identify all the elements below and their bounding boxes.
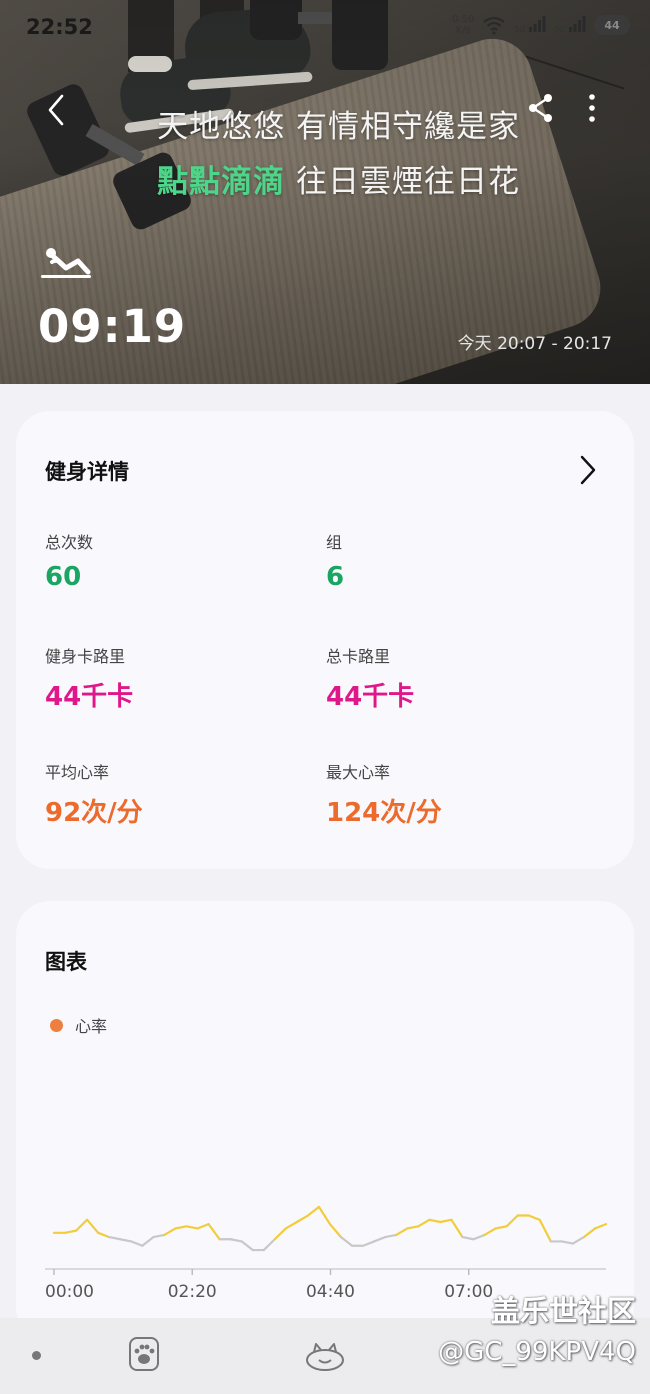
heart-rate-line-segment: [174, 1225, 188, 1230]
stat-avg-heart-rate: 平均心率 92次/分: [45, 763, 143, 828]
heart-rate-line-segment: [571, 1236, 586, 1245]
heart-rate-line-segment: [538, 1218, 552, 1243]
lyrics-overlay: 天地悠悠 有情相守纔是家 點點滴滴 往日雲煙往日花: [157, 100, 520, 210]
heart-rate-line-segment: [306, 1205, 321, 1217]
heart-rate-line-segment: [185, 1225, 199, 1230]
heart-rate-line-segment: [527, 1214, 541, 1221]
heart-rate-line-segment: [86, 1218, 100, 1234]
heart-rate-line-segment: [384, 1233, 398, 1239]
heart-rate-line-segment: [328, 1223, 343, 1239]
situp-workout-icon: [41, 248, 91, 278]
battery-icon: 44: [594, 15, 630, 35]
x-tick-label: 02:20: [168, 1282, 217, 1302]
stat-workout-calories: 健身卡路里 44千卡: [45, 647, 134, 712]
cat-icon[interactable]: [304, 1338, 346, 1372]
heart-rate-line-segment: [295, 1214, 310, 1224]
lyric-line-2: 點點滴滴 往日雲煙往日花: [157, 155, 520, 210]
heart-rate-line-segment: [472, 1233, 486, 1241]
heart-rate-line-segment: [63, 1229, 78, 1234]
heart-rate-line-segment: [417, 1218, 431, 1228]
stat-total-calories: 总卡路里 44千卡: [326, 647, 415, 712]
chevron-right-icon[interactable]: [578, 453, 598, 487]
watermark-user: @GC_99KPV4Q: [438, 1337, 636, 1367]
chart-card: 图表 心率 00:00 02:20 04:40 07:00: [16, 901, 634, 1341]
status-time: 22:52: [26, 15, 93, 39]
lyric-line-1: 天地悠悠 有情相守纔是家: [157, 109, 520, 145]
paw-icon[interactable]: [128, 1336, 160, 1372]
heart-rate-line-segment: [406, 1225, 420, 1230]
heart-rate-line-segment: [560, 1240, 574, 1245]
workout-time-range: 今天 20:07 - 20:17: [457, 334, 612, 354]
heart-rate-line-segment: [229, 1238, 243, 1243]
heart-rate-line-segment: [240, 1240, 254, 1252]
heart-rate-line-segment: [163, 1227, 177, 1237]
cell-signal-2: 5G: [554, 16, 586, 34]
heart-rate-line-segment: [395, 1227, 409, 1237]
heart-rate-line-segment: [207, 1223, 221, 1241]
heart-rate-line-segment: [593, 1223, 608, 1230]
heart-rate-line-segment: [362, 1240, 376, 1247]
heart-rate-line-segment: [494, 1225, 508, 1230]
x-tick-label: 07:00: [444, 1282, 493, 1302]
heart-rate-line-segment: [97, 1231, 111, 1239]
heart-rate-line-segment: [273, 1227, 287, 1241]
heart-rate-chart: 00:00 02:20 04:40 07:00: [45, 1205, 608, 1302]
heart-rate-line-segment: [74, 1218, 89, 1232]
wifi-icon: [483, 16, 505, 35]
lyric-rest: 往日雲煙往日花: [285, 164, 520, 200]
workout-details-card: 健身详情 总次数 60 组 6 健身卡路里 44千卡 总卡路里 44千卡 平均心…: [16, 411, 634, 869]
cell-signal-1: 5G: [514, 16, 546, 34]
more-vertical-icon[interactable]: [580, 92, 604, 124]
heart-rate-line-segment: [284, 1220, 298, 1230]
heart-rate-line-segment: [119, 1238, 133, 1243]
heart-rate-line-segment: [317, 1205, 332, 1226]
heart-rate-line-segment: [108, 1236, 122, 1241]
heart-rate-line-segment: [262, 1238, 276, 1252]
heart-rate-line-segment: [196, 1223, 210, 1230]
heart-rate-line-segment: [582, 1227, 597, 1239]
heart-rate-line-segment: [461, 1236, 475, 1241]
heart-rate-line-segment: [450, 1218, 464, 1239]
details-title: 健身详情: [45, 460, 129, 484]
x-tick-label: 00:00: [45, 1282, 94, 1302]
signal-bars-icon: [569, 16, 586, 32]
stat-max-heart-rate: 最大心率 124次/分: [326, 763, 442, 828]
share-icon[interactable]: [526, 92, 556, 124]
lyric-highlight: 點點滴滴: [157, 164, 286, 200]
back-chevron-icon[interactable]: [40, 90, 76, 130]
network-speed: 0.50 K/s: [452, 14, 475, 36]
heart-rate-line-segment: [505, 1214, 519, 1228]
heart-rate-line-segment: [428, 1218, 442, 1224]
heart-rate-line-segment: [339, 1236, 354, 1247]
status-bar: 22:52 0.50 K/s 5G 5G 44: [0, 0, 650, 60]
heart-rate-line-segment: [439, 1218, 453, 1224]
stat-sets: 组 6: [326, 533, 345, 592]
heart-rate-line-segment: [130, 1240, 144, 1247]
watermark-title: 盖乐世社区: [490, 1294, 636, 1328]
signal-bars-icon: [529, 16, 546, 32]
workout-duration: 09:19: [38, 300, 187, 353]
stat-total-reps: 总次数 60: [45, 533, 94, 592]
heart-rate-line-segment: [373, 1236, 387, 1243]
dot-icon[interactable]: [32, 1351, 41, 1360]
heart-rate-line-segment: [483, 1227, 497, 1237]
heart-rate-line-segment: [141, 1236, 155, 1247]
x-tick-label: 04:40: [306, 1282, 355, 1302]
heart-rate-line-segment: [152, 1233, 166, 1239]
